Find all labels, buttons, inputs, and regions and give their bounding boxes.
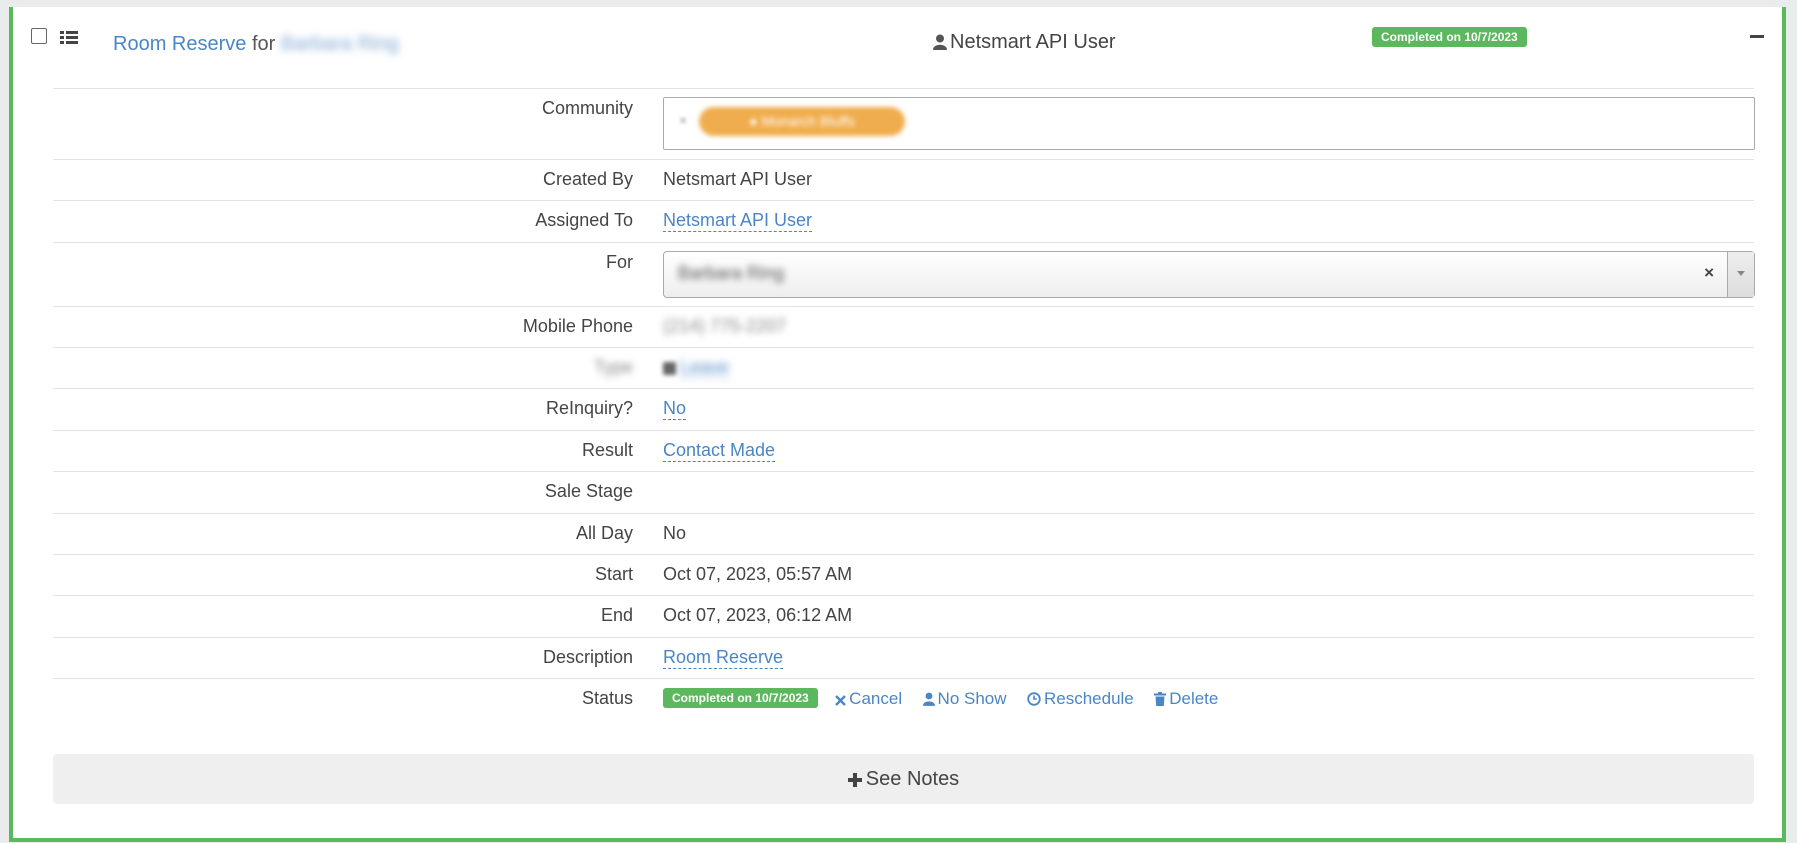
cancel-label: Cancel [849, 689, 903, 708]
list-icon[interactable] [60, 31, 78, 45]
created-by-label: Created By [542, 169, 633, 189]
status-label: Status [581, 688, 633, 708]
collapse-icon[interactable] [1750, 35, 1764, 38]
row-start: Start Oct 07, 2023, 05:57 AM [53, 554, 1754, 595]
all-day-label: All Day [575, 523, 633, 543]
row-mobile-phone: Mobile Phone (214) 775-2207 [53, 306, 1754, 347]
type-label: Type [593, 357, 633, 377]
trash-icon [1154, 692, 1167, 706]
community-chip-label: Monarch Bluffs [761, 113, 855, 129]
type-link[interactable]: Leave [680, 357, 730, 378]
row-sale-stage: Sale Stage [53, 471, 1754, 513]
for-word: for [251, 33, 276, 55]
for-select-value: Barbara Ring [678, 263, 785, 283]
mobile-phone-label: Mobile Phone [522, 316, 633, 336]
owner-user: Netsmart API User [933, 31, 1116, 54]
end-value: Oct 07, 2023, 06:12 AM [663, 605, 853, 625]
delete-button[interactable]: Delete [1154, 689, 1218, 708]
see-notes-label: See Notes [865, 768, 960, 790]
activity-title-link[interactable]: Room Reserve [113, 33, 246, 55]
clear-icon[interactable]: × [1704, 263, 1714, 283]
mobile-phone-value: (214) 775-2207 [663, 316, 787, 336]
description-link[interactable]: Room Reserve [663, 647, 784, 669]
clock-icon [1027, 692, 1041, 706]
reschedule-button[interactable]: Reschedule [1027, 689, 1134, 708]
status-row-badge: Completed on 10/7/2023 [663, 688, 818, 708]
chip-remove-icon[interactable]: × [679, 112, 687, 128]
status-actions: Completed on 10/7/2023 Cancel No Show Re… [663, 688, 1234, 709]
row-status: Status Completed on 10/7/2023 Cancel No … [53, 678, 1754, 728]
delete-label: Delete [1169, 689, 1219, 708]
result-label: Result [581, 440, 633, 460]
for-label: For [606, 252, 633, 272]
row-for: For Barbara Ring × [53, 242, 1755, 306]
activity-title: Room Reserve for Barbara Ring [113, 33, 399, 56]
select-checkbox[interactable] [31, 28, 47, 44]
row-reinquiry: ReInquiry? No [53, 388, 1754, 430]
reschedule-label: Reschedule [1043, 689, 1134, 708]
see-notes-button[interactable]: See Notes [53, 754, 1754, 804]
row-end: End Oct 07, 2023, 06:12 AM [53, 595, 1754, 637]
start-label: Start [594, 564, 633, 584]
result-link[interactable]: Contact Made [663, 440, 776, 462]
community-select[interactable]: × ● Monarch Bluffs [663, 97, 1755, 150]
for-person-link[interactable]: Barbara Ring [281, 33, 399, 55]
dropdown-toggle[interactable] [1727, 252, 1754, 297]
activity-card: Room Reserve for Barbara Ring Netsmart A… [9, 7, 1786, 842]
type-icon [663, 361, 676, 375]
start-value: Oct 07, 2023, 05:57 AM [663, 564, 853, 584]
user-icon [933, 34, 947, 50]
type-value: Leave [663, 357, 730, 378]
details-table: Community × ● Monarch Bluffs Created By … [53, 88, 1755, 728]
row-created-by: Created By Netsmart API User [53, 159, 1754, 200]
owner-name: Netsmart API User [950, 31, 1116, 53]
close-icon [835, 695, 847, 706]
chevron-down-icon [1737, 271, 1745, 276]
end-label: End [600, 605, 633, 625]
created-by-value: Netsmart API User [663, 169, 813, 189]
all-day-value: No [663, 523, 687, 543]
cancel-button[interactable]: Cancel [835, 689, 902, 708]
row-result: Result Contact Made [53, 430, 1754, 471]
description-label: Description [542, 647, 633, 667]
community-label: Community [541, 98, 633, 118]
sale-stage-label: Sale Stage [544, 481, 633, 501]
row-community: Community × ● Monarch Bluffs [53, 88, 1755, 159]
assigned-to-label: Assigned To [535, 210, 633, 230]
row-assigned-to: Assigned To Netsmart API User [53, 200, 1754, 242]
plus-icon [847, 773, 862, 787]
row-description: Description Room Reserve [53, 637, 1754, 678]
reinquiry-link[interactable]: No [663, 398, 687, 420]
reinquiry-label: ReInquiry? [545, 398, 633, 418]
for-select[interactable]: Barbara Ring × [663, 251, 1755, 298]
no-show-label: No Show [937, 689, 1007, 708]
community-chip: ● Monarch Bluffs [699, 107, 905, 136]
assigned-to-link[interactable]: Netsmart API User [663, 210, 813, 232]
status-badge: Completed on 10/7/2023 [1372, 27, 1527, 47]
no-show-button[interactable]: No Show [922, 689, 1007, 708]
row-all-day: All Day No [53, 513, 1754, 554]
row-type: Type Leave [53, 347, 1754, 388]
activity-header: Room Reserve for Barbara Ring Netsmart A… [13, 7, 1782, 83]
user-icon [922, 692, 935, 706]
